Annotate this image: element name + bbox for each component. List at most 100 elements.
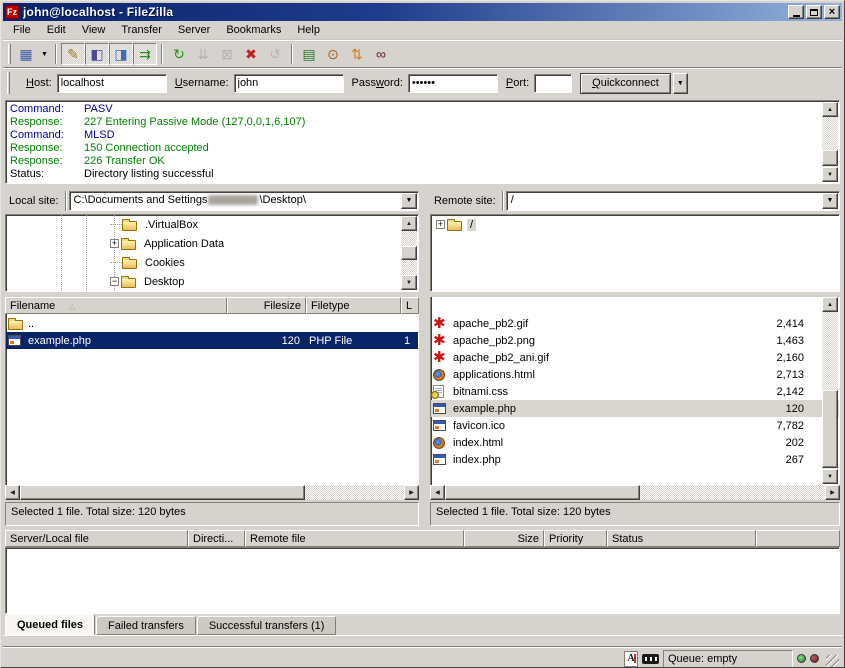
close-button[interactable]: ×: [824, 5, 840, 19]
column-header-remote-file[interactable]: Remote file: [245, 530, 464, 547]
column-header-priority[interactable]: Priority: [544, 530, 607, 547]
sync-browsing-button[interactable]: ⇅: [345, 43, 369, 65]
tab-failed-transfers[interactable]: Failed transfers: [96, 616, 196, 635]
file-row[interactable]: bitnami.css2,142: [431, 383, 839, 400]
site-manager-icon: ▦: [19, 46, 32, 63]
remote-vertical-scrollbar[interactable]: ▲ ▼: [822, 297, 838, 484]
scroll-thumb[interactable]: [20, 485, 305, 500]
firefox-file-icon: [433, 435, 451, 450]
menu-item-help[interactable]: Help: [289, 22, 328, 38]
toggle-message-log-button[interactable]: ✎: [61, 43, 85, 65]
scroll-up-icon[interactable]: ▲: [822, 102, 838, 117]
tree-item-root[interactable]: +/: [431, 215, 839, 234]
column-header-filesize[interactable]: Filesize: [227, 297, 306, 314]
scroll-up-icon[interactable]: ▲: [822, 297, 838, 312]
resize-grip[interactable]: [826, 655, 839, 668]
maximize-button[interactable]: [806, 5, 822, 19]
tab-successful-transfers-1-[interactable]: Successful transfers (1): [197, 616, 337, 635]
local-tree-scrollbar[interactable]: ▲ ▼: [401, 216, 417, 290]
pane-splitter[interactable]: [421, 186, 428, 526]
tab-queued-files[interactable]: Queued files: [5, 614, 95, 635]
file-row[interactable]: ✱apache_pb2_ani.gif2,160: [431, 349, 839, 366]
file-row[interactable]: index.html202: [431, 434, 839, 451]
column-header-size[interactable]: Size: [464, 530, 544, 547]
port-label: Port:: [506, 77, 529, 89]
log-line: Response:150 Connection accepted: [10, 142, 839, 155]
chevron-down-icon[interactable]: ▼: [401, 193, 417, 209]
menu-item-transfer[interactable]: Transfer: [113, 22, 170, 38]
remote-horizontal-scrollbar[interactable]: ◀ ▶: [430, 485, 840, 500]
column-header-blank[interactable]: [756, 530, 840, 547]
log-text: 150 Connection accepted: [84, 142, 209, 155]
tree-item-cookies[interactable]: Cookies: [6, 253, 418, 272]
column-header-l[interactable]: L: [401, 297, 419, 314]
menu-item-server[interactable]: Server: [170, 22, 218, 38]
chevron-down-icon[interactable]: ▼: [822, 193, 838, 209]
menu-item-edit[interactable]: Edit: [39, 22, 74, 38]
quickconnect-bar: Host:Username:Password:Port:Quickconnect…: [3, 67, 842, 98]
local-site-combobox[interactable]: C:\Documents and Settings\Desktop\ ▼: [69, 191, 419, 211]
column-header-filetype[interactable]: Filetype: [306, 297, 401, 314]
filezilla-window: Fz john@localhost - FileZilla × FileEdit…: [0, 0, 845, 668]
winfile-file-icon: [433, 452, 451, 467]
scroll-left-icon[interactable]: ◀: [5, 485, 20, 500]
local-horizontal-scrollbar[interactable]: ◀ ▶: [5, 485, 419, 500]
file-row[interactable]: favicon.ico7,782: [431, 417, 839, 434]
column-header-filename[interactable]: Filename△: [5, 297, 227, 314]
file-row[interactable]: ✱apache_pb2.png1,463: [431, 332, 839, 349]
scroll-left-icon[interactable]: ◀: [430, 485, 445, 500]
refresh-button[interactable]: ↻: [167, 43, 191, 65]
column-header-status[interactable]: Status: [607, 530, 756, 547]
toggle-local-tree-button[interactable]: ◧: [85, 43, 109, 65]
scroll-down-icon[interactable]: ▼: [822, 469, 838, 484]
scroll-thumb[interactable]: [822, 150, 838, 166]
password-field[interactable]: [408, 74, 498, 93]
filter-button[interactable]: ▤: [297, 43, 321, 65]
log-vertical-scrollbar[interactable]: ▲ ▼: [822, 102, 838, 182]
scroll-right-icon[interactable]: ▶: [825, 485, 840, 500]
site-manager-button[interactable]: ▦: [14, 43, 38, 65]
quickconnect-dropdown[interactable]: ▼: [673, 73, 688, 94]
toolbar-grip: [7, 72, 10, 94]
disconnect-button[interactable]: ✖: [239, 43, 263, 65]
file-row[interactable]: example.php120: [431, 400, 839, 417]
file-row[interactable]: applications.html2,713: [431, 366, 839, 383]
tree-item--virtualbox[interactable]: .VirtualBox: [6, 215, 418, 234]
scroll-thumb[interactable]: [445, 485, 640, 500]
host-field[interactable]: [57, 74, 167, 93]
expand-icon[interactable]: +: [436, 220, 445, 229]
site-manager-button-dropdown[interactable]: ▼: [38, 43, 51, 65]
scroll-thumb[interactable]: [401, 246, 417, 260]
compare-button[interactable]: ⊙: [321, 43, 345, 65]
file-row[interactable]: index.php267: [431, 451, 839, 468]
scroll-down-icon[interactable]: ▼: [401, 275, 417, 290]
file-row[interactable]: ..: [6, 315, 418, 332]
file-row[interactable]: example.php120PHP File1: [6, 332, 418, 349]
minimize-button[interactable]: [788, 5, 804, 19]
toggle-queue-button[interactable]: ⇉: [133, 43, 157, 65]
scroll-up-icon[interactable]: ▲: [401, 216, 417, 231]
port-field[interactable]: [534, 74, 572, 93]
toggle-message-log-icon: ✎: [67, 46, 79, 63]
find-files-button[interactable]: ∞: [369, 43, 393, 65]
remote-site-combobox[interactable]: / ▼: [506, 191, 840, 211]
scroll-down-icon[interactable]: ▼: [822, 167, 838, 182]
file-size-cell: 7,782: [713, 420, 811, 432]
expand-icon[interactable]: +: [110, 239, 119, 248]
column-label: Size: [518, 533, 539, 545]
menu-item-view[interactable]: View: [74, 22, 114, 38]
tree-item-application-data[interactable]: +Application Data: [6, 234, 418, 253]
column-header-server-local-file[interactable]: Server/Local file: [5, 530, 188, 547]
username-field[interactable]: [234, 74, 344, 93]
toggle-remote-tree-button[interactable]: ◨: [109, 43, 133, 65]
column-header-directi-[interactable]: Directi...: [188, 530, 245, 547]
column-label: Filetype: [311, 300, 350, 312]
scroll-right-icon[interactable]: ▶: [404, 485, 419, 500]
tree-item-desktop[interactable]: −Desktop: [6, 272, 418, 291]
menu-item-bookmarks[interactable]: Bookmarks: [218, 22, 289, 38]
quickconnect-button[interactable]: Quickconnect: [580, 73, 671, 94]
scroll-thumb[interactable]: [822, 390, 838, 468]
file-row[interactable]: ✱apache_pb2.gif2,414: [431, 315, 839, 332]
menu-item-file[interactable]: File: [5, 22, 39, 38]
collapse-icon[interactable]: −: [110, 277, 119, 286]
